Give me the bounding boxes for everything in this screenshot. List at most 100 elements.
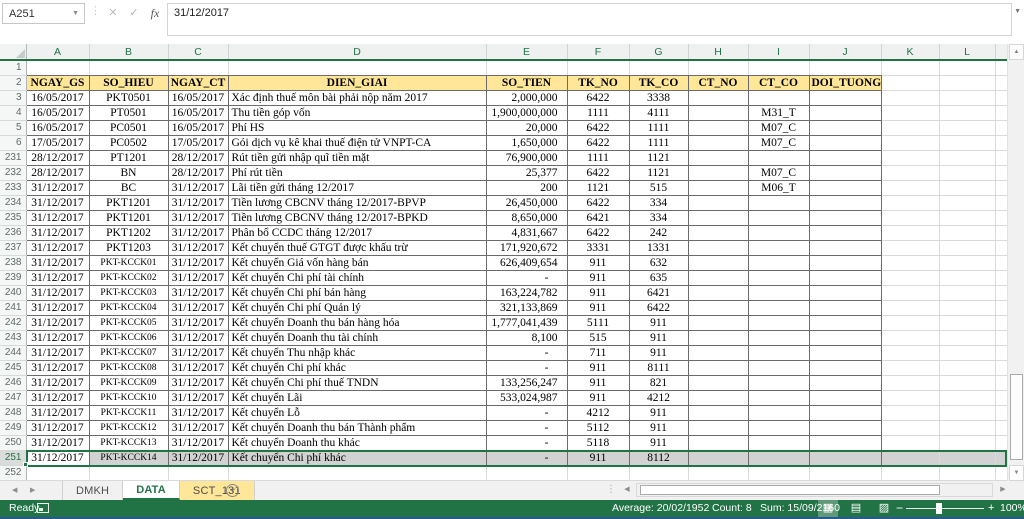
cell[interactable]: PC0502 bbox=[89, 135, 169, 151]
cell[interactable]: Tiền lương CBCNV tháng 12/2017-BPVP bbox=[228, 195, 487, 211]
cell[interactable] bbox=[748, 270, 810, 286]
row-header-232[interactable]: 232 bbox=[0, 165, 27, 181]
cell[interactable]: Kết chuyển Chi phí Quản lý bbox=[228, 300, 487, 316]
cell[interactable]: 1111 bbox=[629, 135, 689, 151]
column-header-C[interactable]: C bbox=[168, 44, 229, 61]
cell[interactable] bbox=[748, 375, 810, 391]
cell[interactable] bbox=[629, 60, 689, 76]
cell[interactable] bbox=[881, 315, 940, 331]
cell[interactable]: Kết chuyển Doanh thu khác bbox=[228, 435, 487, 451]
cell[interactable] bbox=[688, 225, 749, 241]
cell[interactable]: - bbox=[486, 360, 568, 376]
cell[interactable]: 31/12/2017 bbox=[168, 195, 229, 211]
cell[interactable] bbox=[809, 345, 882, 361]
cell[interactable] bbox=[748, 330, 810, 346]
row-header-238[interactable]: 238 bbox=[0, 255, 27, 271]
cell[interactable] bbox=[995, 450, 1007, 466]
cell[interactable] bbox=[688, 450, 749, 466]
column-header-H[interactable]: H bbox=[688, 44, 749, 61]
cell[interactable] bbox=[688, 150, 749, 166]
cell[interactable]: Kết chuyển thuế GTGT được khấu trừ bbox=[228, 240, 487, 256]
cell[interactable] bbox=[939, 390, 996, 406]
cell[interactable] bbox=[26, 60, 90, 76]
cell[interactable] bbox=[688, 330, 749, 346]
cell[interactable]: 31/12/2017 bbox=[26, 435, 90, 451]
cell[interactable] bbox=[881, 345, 940, 361]
cell[interactable]: 6422 bbox=[567, 90, 630, 106]
cell[interactable] bbox=[809, 60, 882, 76]
cell[interactable] bbox=[995, 195, 1007, 211]
cell[interactable] bbox=[809, 405, 882, 421]
cell[interactable] bbox=[939, 270, 996, 286]
cell[interactable]: 334 bbox=[629, 195, 689, 211]
cell[interactable] bbox=[881, 240, 940, 256]
cell[interactable] bbox=[748, 150, 810, 166]
formula-bar-expand-icon[interactable]: ▼ bbox=[1014, 8, 1021, 15]
cell[interactable]: DIEN_GIAI bbox=[228, 75, 487, 91]
cell[interactable]: PKT-KCCK02 bbox=[89, 270, 169, 286]
cell[interactable]: 171,920,672 bbox=[486, 240, 568, 256]
cell[interactable]: 31/12/2017 bbox=[168, 210, 229, 226]
cell[interactable]: PKT-KCCK01 bbox=[89, 255, 169, 271]
zoom-slider[interactable] bbox=[906, 508, 984, 509]
cancel-button[interactable]: ✕ bbox=[104, 4, 122, 22]
cell[interactable]: 6422 bbox=[567, 225, 630, 241]
cell[interactable] bbox=[995, 345, 1007, 361]
cell[interactable]: 1121 bbox=[629, 150, 689, 166]
cell[interactable]: 6422 bbox=[567, 135, 630, 151]
enter-button[interactable]: ✓ bbox=[125, 4, 143, 22]
cell[interactable]: 31/12/2017 bbox=[26, 330, 90, 346]
macro-record-icon[interactable] bbox=[37, 503, 49, 513]
cell[interactable] bbox=[809, 90, 882, 106]
cell[interactable]: 911 bbox=[567, 390, 630, 406]
cell[interactable]: PKT-KCCK12 bbox=[89, 420, 169, 436]
cell[interactable]: 31/12/2017 bbox=[26, 390, 90, 406]
cell[interactable]: 911 bbox=[567, 270, 630, 286]
cell[interactable] bbox=[939, 285, 996, 301]
cell[interactable]: 911 bbox=[629, 345, 689, 361]
cell[interactable] bbox=[995, 255, 1007, 271]
row-header-245[interactable]: 245 bbox=[0, 360, 27, 376]
scroll-up-icon[interactable]: ▲ bbox=[1009, 44, 1024, 60]
cell[interactable] bbox=[881, 150, 940, 166]
column-header-G[interactable]: G bbox=[629, 44, 689, 61]
column-header-D[interactable]: D bbox=[228, 44, 487, 61]
cell[interactable]: Thu tiền góp vốn bbox=[228, 105, 487, 121]
cell[interactable] bbox=[809, 300, 882, 316]
cell[interactable]: PKT1202 bbox=[89, 225, 169, 241]
cell[interactable] bbox=[939, 225, 996, 241]
cell[interactable]: 20,000 bbox=[486, 120, 568, 136]
cell[interactable] bbox=[995, 180, 1007, 196]
zoom-out-button[interactable]: − bbox=[896, 501, 903, 515]
row-header-243[interactable]: 243 bbox=[0, 330, 27, 346]
cell[interactable]: PKT-KCCK09 bbox=[89, 375, 169, 391]
cell[interactable] bbox=[939, 150, 996, 166]
cell[interactable] bbox=[809, 270, 882, 286]
cell[interactable]: - bbox=[486, 420, 568, 436]
cell[interactable]: 31/12/2017 bbox=[26, 195, 90, 211]
cell[interactable] bbox=[567, 60, 630, 76]
cell[interactable]: 242 bbox=[629, 225, 689, 241]
cell[interactable] bbox=[995, 285, 1007, 301]
cell[interactable] bbox=[688, 300, 749, 316]
cell[interactable]: 31/12/2017 bbox=[26, 375, 90, 391]
cell[interactable]: NGAY_CT bbox=[168, 75, 229, 91]
cell[interactable] bbox=[688, 90, 749, 106]
cell[interactable] bbox=[939, 105, 996, 121]
cell[interactable] bbox=[688, 165, 749, 181]
cell[interactable]: 6422 bbox=[567, 120, 630, 136]
row-header-233[interactable]: 233 bbox=[0, 180, 27, 196]
cell[interactable]: PKT-KCCK06 bbox=[89, 330, 169, 346]
cell[interactable] bbox=[939, 210, 996, 226]
cell[interactable] bbox=[688, 270, 749, 286]
cell[interactable]: 6421 bbox=[629, 285, 689, 301]
cell[interactable] bbox=[939, 360, 996, 376]
zoom-in-button[interactable]: + bbox=[988, 502, 994, 514]
cell[interactable] bbox=[881, 300, 940, 316]
cell[interactable] bbox=[881, 270, 940, 286]
cell[interactable]: 1111 bbox=[629, 120, 689, 136]
column-header-K[interactable]: K bbox=[881, 44, 940, 61]
cell[interactable]: 3331 bbox=[567, 240, 630, 256]
cell[interactable]: 31/12/2017 bbox=[168, 300, 229, 316]
cell[interactable] bbox=[881, 180, 940, 196]
